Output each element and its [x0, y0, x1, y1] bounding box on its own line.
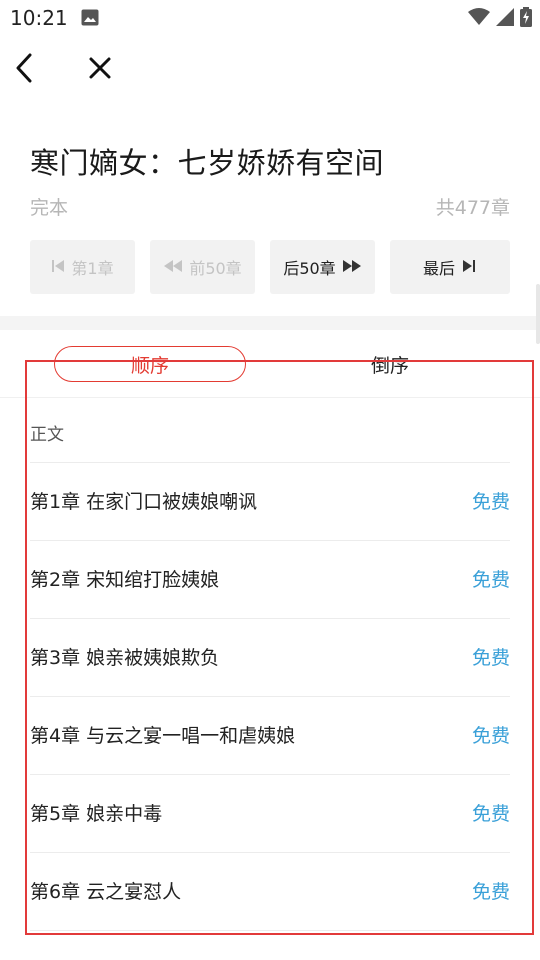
close-icon — [88, 56, 112, 84]
status-time: 10:21 — [10, 6, 68, 30]
chapter-title: 第3章 娘亲被姨娘欺负 — [30, 647, 220, 669]
battery-charging-icon — [520, 7, 532, 31]
image-icon — [81, 9, 99, 26]
status-bar: 10:21 — [0, 0, 540, 36]
chapter-title: 第6章 云之宴怼人 — [30, 881, 182, 903]
sort-tabs: 顺序 倒序 — [0, 330, 540, 398]
chapter-price: 免费 — [471, 803, 510, 825]
status-icons — [468, 7, 532, 31]
fast-forward-icon — [342, 258, 362, 277]
first-chapter-button[interactable]: 第1章 — [30, 240, 135, 294]
chapter-price: 免费 — [471, 569, 510, 591]
chapter-price: 免费 — [471, 725, 510, 747]
skip-to-end-icon — [461, 258, 477, 277]
chapter-row[interactable]: 第1章 在家门口被姨娘嘲讽 免费 — [30, 463, 510, 541]
chapter-title: 第5章 娘亲中毒 — [30, 803, 163, 825]
chapter-row[interactable]: 第2章 宋知绾打脸姨娘 免费 — [30, 541, 510, 619]
next-50-label: 后50章 — [283, 259, 336, 278]
wifi-icon — [468, 8, 490, 30]
back-button[interactable] — [6, 50, 42, 90]
rewind-icon — [163, 258, 183, 277]
chapter-row[interactable]: 第3章 娘亲被姨娘欺负 免费 — [30, 619, 510, 697]
section-label: 正文 — [30, 425, 64, 445]
book-title: 寒门嫡女：七岁娇娇有空间 — [30, 146, 385, 180]
sort-ascending-tab[interactable]: 顺序 — [54, 346, 246, 382]
chapter-list: 第1章 在家门口被姨娘嘲讽 免费 第2章 宋知绾打脸姨娘 免费 第3章 娘亲被姨… — [0, 463, 540, 931]
chapter-count: 共477章 — [435, 197, 510, 219]
section-divider — [0, 316, 540, 330]
prev-50-button[interactable]: 前50章 — [150, 240, 255, 294]
book-status: 完本 — [30, 197, 69, 219]
chapter-row[interactable]: 第6章 云之宴怼人 免费 — [30, 853, 510, 931]
close-button[interactable] — [80, 50, 120, 90]
chapter-price: 免费 — [471, 491, 510, 513]
chapter-price: 免费 — [471, 647, 510, 669]
chapter-title: 第2章 宋知绾打脸姨娘 — [30, 569, 220, 591]
skip-to-start-icon — [51, 258, 65, 277]
nav-bar — [0, 40, 540, 100]
chapter-row[interactable]: 第4章 与云之宴一唱一和虐姨娘 免费 — [30, 697, 510, 775]
back-arrow-icon — [14, 53, 34, 87]
chapter-price: 免费 — [471, 881, 510, 903]
last-chapter-button[interactable]: 最后 — [390, 240, 510, 294]
first-chapter-label: 第1章 — [71, 259, 114, 278]
sort-descending-tab[interactable]: 倒序 — [294, 346, 486, 382]
prev-50-label: 前50章 — [189, 259, 242, 278]
chapter-row[interactable]: 第5章 娘亲中毒 免费 — [30, 775, 510, 853]
chapter-title: 第4章 与云之宴一唱一和虐姨娘 — [30, 725, 296, 747]
last-chapter-label: 最后 — [422, 259, 455, 278]
chapter-title: 第1章 在家门口被姨娘嘲讽 — [30, 491, 258, 513]
next-50-button[interactable]: 后50章 — [270, 240, 375, 294]
signal-icon — [496, 8, 514, 30]
